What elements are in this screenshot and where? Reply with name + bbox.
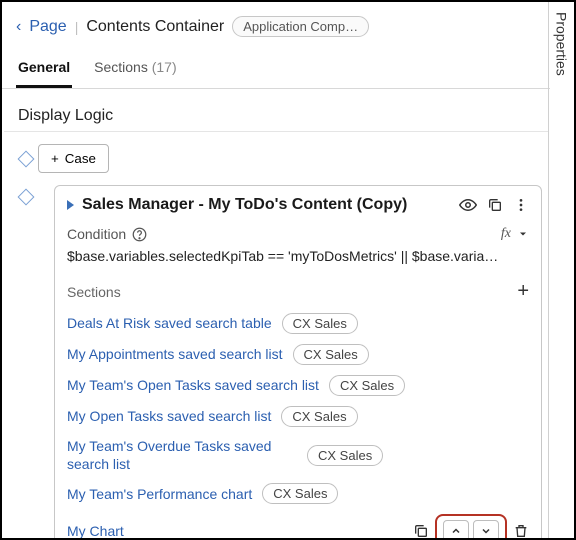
section-item: My Appointments saved search list CX Sal… (67, 344, 529, 365)
tabs: General Sections (17) (2, 45, 550, 89)
back-chevron-icon[interactable]: ‹ (16, 18, 21, 36)
plus-icon: + (51, 151, 59, 166)
section-link[interactable]: My Team's Overdue Tasks saved search lis… (67, 437, 297, 473)
section-item: My Team's Performance chart CX Sales (67, 483, 529, 504)
section-item-selected: My Chart (67, 514, 529, 538)
eye-icon[interactable] (459, 196, 477, 214)
section-link[interactable]: My Team's Performance chart (67, 485, 252, 503)
section-badge: CX Sales (293, 344, 369, 365)
help-icon[interactable] (132, 227, 147, 242)
breadcrumb-page-link[interactable]: Page (29, 18, 66, 36)
breadcrumb-title: Contents Container (86, 18, 224, 36)
arrow-right-icon (67, 200, 74, 210)
section-badge: CX Sales (307, 445, 383, 466)
diamond-icon (18, 150, 35, 167)
section-link[interactable]: My Team's Open Tasks saved search list (67, 376, 319, 394)
sections-subheader: Sections + (67, 280, 529, 303)
case-card: Sales Manager - My ToDo's Content (Copy) (54, 185, 542, 538)
section-badge: CX Sales (262, 483, 338, 504)
properties-tab-label: Properties (554, 12, 570, 76)
add-case-button[interactable]: + Case (38, 144, 109, 173)
add-section-icon[interactable]: + (517, 280, 529, 303)
duplicate-icon[interactable] (413, 523, 429, 538)
section-link[interactable]: My Appointments saved search list (67, 345, 283, 363)
fx-label[interactable]: fx (501, 226, 511, 242)
tab-sections-label: Sections (94, 59, 148, 75)
breadcrumb-separator: | (75, 19, 79, 35)
duplicate-icon[interactable] (487, 197, 503, 213)
section-item: My Team's Overdue Tasks saved search lis… (67, 437, 529, 473)
section-item: My Open Tasks saved search list CX Sales (67, 406, 529, 427)
section-link[interactable]: My Open Tasks saved search list (67, 407, 271, 425)
move-down-button[interactable] (473, 520, 499, 538)
properties-vertical-tab[interactable]: Properties (548, 2, 574, 538)
chevron-down-icon[interactable] (517, 228, 529, 240)
diamond-icon (18, 189, 35, 206)
delete-icon[interactable] (513, 523, 529, 538)
tab-sections-count: (17) (152, 59, 177, 75)
section-badge: CX Sales (282, 313, 358, 334)
kebab-menu-icon[interactable] (513, 197, 529, 213)
reorder-highlight (435, 514, 507, 538)
tab-general[interactable]: General (16, 51, 72, 88)
main-panel: ‹ Page | Contents Container Application … (2, 2, 550, 538)
section-badge: CX Sales (281, 406, 357, 427)
card-title: Sales Manager - My ToDo's Content (Copy) (82, 196, 451, 214)
breadcrumb: ‹ Page | Contents Container Application … (2, 2, 550, 45)
card-header: Sales Manager - My ToDo's Content (Copy) (67, 196, 529, 214)
case-row: + Case (20, 144, 542, 173)
display-logic-heading: Display Logic (4, 89, 548, 132)
section-item: My Team's Open Tasks saved search list C… (67, 375, 529, 396)
breadcrumb-chip[interactable]: Application Comp… (232, 16, 369, 37)
logic-area: + Case Sales Manager - My ToDo's Content… (2, 132, 550, 538)
section-badge: CX Sales (329, 375, 405, 396)
case-button-label: Case (65, 151, 96, 166)
condition-row: Condition fx (67, 226, 529, 242)
section-link[interactable]: My Chart (67, 522, 124, 538)
section-item: Deals At Risk saved search table CX Sale… (67, 313, 529, 334)
tab-sections[interactable]: Sections (17) (92, 51, 179, 88)
sections-label: Sections (67, 284, 121, 300)
section-link[interactable]: Deals At Risk saved search table (67, 314, 272, 332)
condition-label: Condition (67, 226, 126, 242)
condition-expression[interactable]: $base.variables.selectedKpiTab == 'myToD… (67, 248, 529, 264)
move-up-button[interactable] (443, 520, 469, 538)
